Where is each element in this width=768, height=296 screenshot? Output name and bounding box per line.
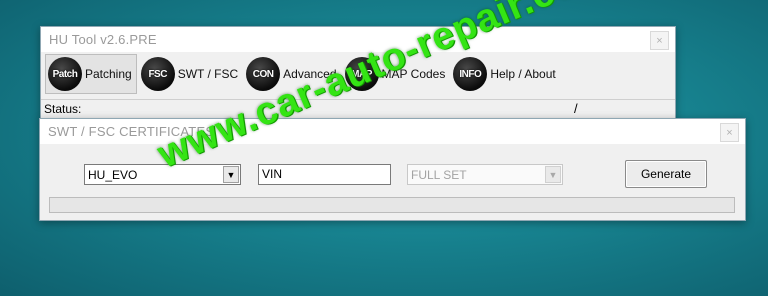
info-icon: INFO [453, 57, 488, 91]
set-select[interactable]: FULL SET ▼ [407, 164, 563, 185]
progress-bar [49, 197, 735, 213]
help-about-label: Help / About [490, 67, 556, 81]
status-bar: Status: / [41, 99, 675, 118]
status-separator: / [574, 101, 578, 116]
dialog-titlebar: SWT / FSC CERTIFICATES × [40, 119, 745, 144]
main-close-button[interactable]: × [650, 31, 669, 50]
main-window-title: HU Tool v2.6.PRE [49, 32, 157, 47]
chevron-down-icon[interactable]: ▼ [223, 166, 239, 183]
generate-button[interactable]: Generate [625, 160, 707, 188]
fsc-icon: FSC [140, 57, 175, 91]
patching-label: Patching [85, 67, 132, 81]
close-icon: × [656, 34, 663, 47]
swt-fsc-label: SWT / FSC [177, 67, 239, 81]
swt-fsc-button[interactable]: FSC SWT / FSC [139, 54, 242, 94]
device-select-value: HU_EVO [88, 167, 138, 182]
vin-field[interactable]: VIN [258, 164, 391, 185]
patch-icon: Patch [48, 57, 82, 91]
status-label: Status: [44, 102, 82, 116]
generate-label: Generate [640, 167, 692, 181]
help-about-button[interactable]: INFO Help / About [451, 54, 559, 94]
vin-field-value: VIN [262, 167, 283, 181]
patching-button[interactable]: Patch Patching [45, 54, 137, 94]
dialog-close-button[interactable]: × [720, 123, 739, 142]
close-icon: × [726, 126, 733, 139]
set-select-value: FULL SET [411, 167, 467, 182]
chevron-down-icon: ▼ [545, 166, 561, 183]
device-select[interactable]: HU_EVO ▼ [84, 164, 241, 185]
